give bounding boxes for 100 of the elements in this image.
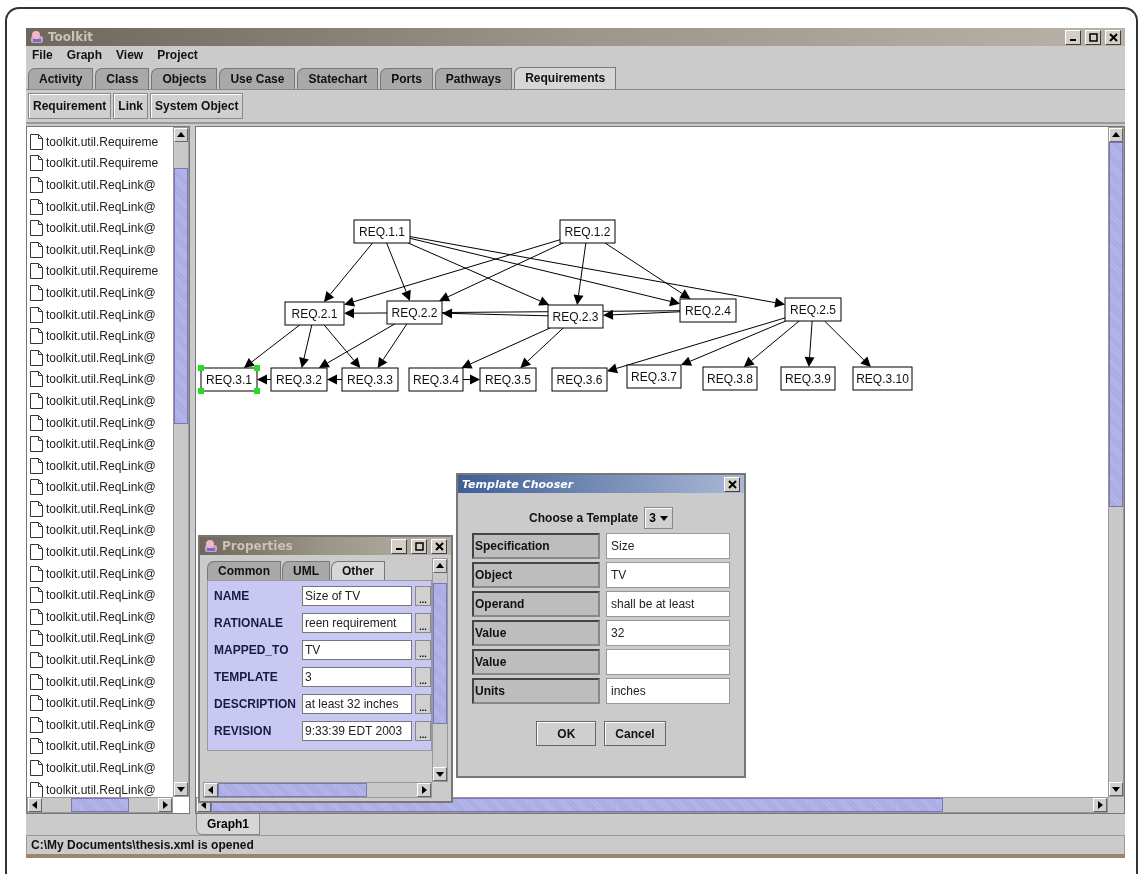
menu-item[interactable]: Graph	[66, 48, 102, 63]
minimize-button[interactable]	[391, 538, 407, 554]
list-item[interactable]: toolkit.util.ReqLink@	[27, 238, 173, 261]
list-item[interactable]: toolkit.util.ReqLink@	[27, 325, 173, 347]
list-item[interactable]: toolkit.util.ReqLink@	[27, 303, 173, 326]
requirement-node[interactable]: REQ.1.2	[559, 219, 616, 244]
requirement-node[interactable]: REQ.1.1	[353, 219, 411, 244]
list-item[interactable]: toolkit.util.Requireme	[27, 131, 173, 153]
browse-button[interactable]: ...	[415, 694, 431, 714]
tab[interactable]: Requirements	[514, 67, 617, 89]
close-button[interactable]	[724, 476, 740, 492]
requirement-node[interactable]: REQ.2.3	[547, 304, 604, 329]
list-item[interactable]: toolkit.util.ReqLink@	[27, 476, 173, 499]
list-item[interactable]: toolkit.util.ReqLink@	[27, 735, 173, 758]
requirement-node[interactable]: REQ.3.9	[780, 366, 836, 391]
browse-button[interactable]: ...	[415, 721, 431, 741]
maximize-button[interactable]	[411, 538, 427, 554]
list-item[interactable]: toolkit.util.ReqLink@	[27, 433, 173, 455]
list-item[interactable]: toolkit.util.ReqLink@	[27, 606, 173, 628]
toolbar-button[interactable]: System Object	[150, 93, 244, 119]
requirement-node[interactable]: REQ.3.8	[702, 366, 758, 391]
minimize-button[interactable]	[1065, 29, 1081, 45]
tab[interactable]: Activity	[28, 68, 94, 89]
list-item[interactable]: toolkit.util.ReqLink@	[27, 346, 173, 369]
input-field[interactable]: inches	[606, 678, 730, 704]
requirement-node[interactable]: REQ.3.3	[341, 367, 399, 392]
list-item[interactable]: toolkit.util.Requireme	[27, 260, 173, 283]
input-field[interactable]: shall be at least	[606, 591, 730, 617]
close-button[interactable]	[431, 538, 447, 554]
list-item[interactable]: toolkit.util.ReqLink@	[27, 670, 173, 693]
tab[interactable]: UML	[282, 561, 330, 580]
input-field[interactable]	[606, 649, 730, 675]
property-field[interactable]: TV	[302, 640, 412, 660]
tab[interactable]: Statechart	[297, 68, 379, 89]
list-item[interactable]: toolkit.util.ReqLink@	[27, 757, 173, 779]
tab[interactable]: Use Case	[219, 68, 296, 89]
list-item[interactable]: toolkit.util.Requireme	[27, 152, 173, 175]
list-item[interactable]: toolkit.util.ReqLink@	[27, 714, 173, 736]
requirement-node[interactable]: REQ.3.4	[408, 367, 464, 392]
vertical-scrollbar[interactable]	[432, 558, 448, 782]
list-item[interactable]: toolkit.util.ReqLink@	[27, 519, 173, 542]
list-item[interactable]: toolkit.util.ReqLink@	[27, 778, 173, 797]
requirement-node[interactable]: REQ.3.10	[852, 366, 913, 391]
tab[interactable]: Objects	[151, 68, 218, 89]
tab[interactable]: Other	[331, 561, 385, 580]
tab[interactable]: Ports	[380, 68, 433, 89]
list-item[interactable]: toolkit.util.ReqLink@	[27, 541, 173, 563]
list-item[interactable]: toolkit.util.ReqLink@	[27, 692, 173, 715]
requirement-node[interactable]: REQ.2.5	[784, 297, 842, 322]
menu-item[interactable]: File	[32, 48, 53, 63]
menu-item[interactable]: View	[116, 48, 144, 63]
requirement-node[interactable]: REQ.2.2	[386, 300, 443, 325]
input-field[interactable]: Size	[606, 533, 730, 559]
maximize-button[interactable]	[1085, 29, 1101, 45]
browse-button[interactable]: ...	[415, 613, 431, 633]
horizontal-scrollbar[interactable]	[27, 797, 173, 813]
browse-button[interactable]: ...	[415, 667, 431, 687]
toolbar-button[interactable]: Link	[113, 93, 149, 119]
requirement-node[interactable]: REQ.3.1	[198, 365, 260, 394]
input-field[interactable]: 32	[606, 620, 730, 646]
list-item[interactable]: toolkit.util.ReqLink@	[27, 195, 173, 218]
list-item[interactable]: toolkit.util.ReqLink@	[27, 584, 173, 607]
input-field[interactable]: TV	[606, 562, 730, 588]
requirement-node[interactable]: REQ.3.6	[551, 367, 608, 392]
property-field[interactable]: reen requirement	[302, 613, 412, 633]
template-dropdown[interactable]: 3	[644, 507, 673, 529]
list-item[interactable]: toolkit.util.ReqLink@	[27, 627, 173, 650]
property-field[interactable]: at least 32 inches	[302, 694, 412, 714]
list-item[interactable]: toolkit.util.ReqLink@	[27, 649, 173, 671]
browse-button[interactable]: ...	[415, 586, 431, 606]
list-item[interactable]: toolkit.util.ReqLink@	[27, 562, 173, 585]
property-field[interactable]: 9:33:39 EDT 2003	[302, 721, 412, 741]
list-item[interactable]: toolkit.util.ReqLink@	[27, 411, 173, 434]
requirement-node[interactable]: REQ.3.2	[270, 367, 328, 392]
requirement-node[interactable]: REQ.2.4	[679, 298, 737, 323]
list-item[interactable]: toolkit.util.ReqLink@	[27, 390, 173, 412]
toolbar-button[interactable]: Requirement	[28, 93, 112, 119]
close-button[interactable]	[1105, 29, 1121, 45]
dialog-button[interactable]: OK	[536, 721, 597, 746]
list-item[interactable]: toolkit.util.ReqLink@	[27, 174, 173, 196]
requirement-node[interactable]: REQ.2.1	[284, 301, 345, 326]
tab[interactable]: Graph1	[196, 814, 260, 835]
vertical-scrollbar[interactable]	[1108, 127, 1124, 797]
list-item[interactable]: toolkit.util.ReqLink@	[27, 498, 173, 520]
property-field[interactable]: 3	[302, 667, 412, 687]
requirement-node[interactable]: REQ.3.5	[479, 367, 537, 392]
menu-item[interactable]: Project	[157, 48, 198, 63]
tab[interactable]: Class	[95, 68, 150, 89]
list-item[interactable]: toolkit.util.ReqLink@	[27, 217, 173, 239]
list-item[interactable]: toolkit.util.ReqLink@	[27, 454, 173, 477]
requirement-node[interactable]: REQ.3.7	[626, 364, 682, 389]
vertical-scrollbar[interactable]	[173, 127, 189, 797]
list-item[interactable]: toolkit.util.ReqLink@	[27, 368, 173, 391]
horizontal-scrollbar[interactable]	[203, 782, 432, 798]
property-field[interactable]: Size of TV	[302, 586, 412, 606]
tab[interactable]: Pathways	[434, 68, 513, 89]
browse-button[interactable]: ...	[415, 640, 431, 660]
tab[interactable]: Common	[207, 561, 281, 580]
list-item[interactable]: toolkit.util.ReqLink@	[27, 282, 173, 304]
dialog-button[interactable]: Cancel	[604, 721, 666, 746]
